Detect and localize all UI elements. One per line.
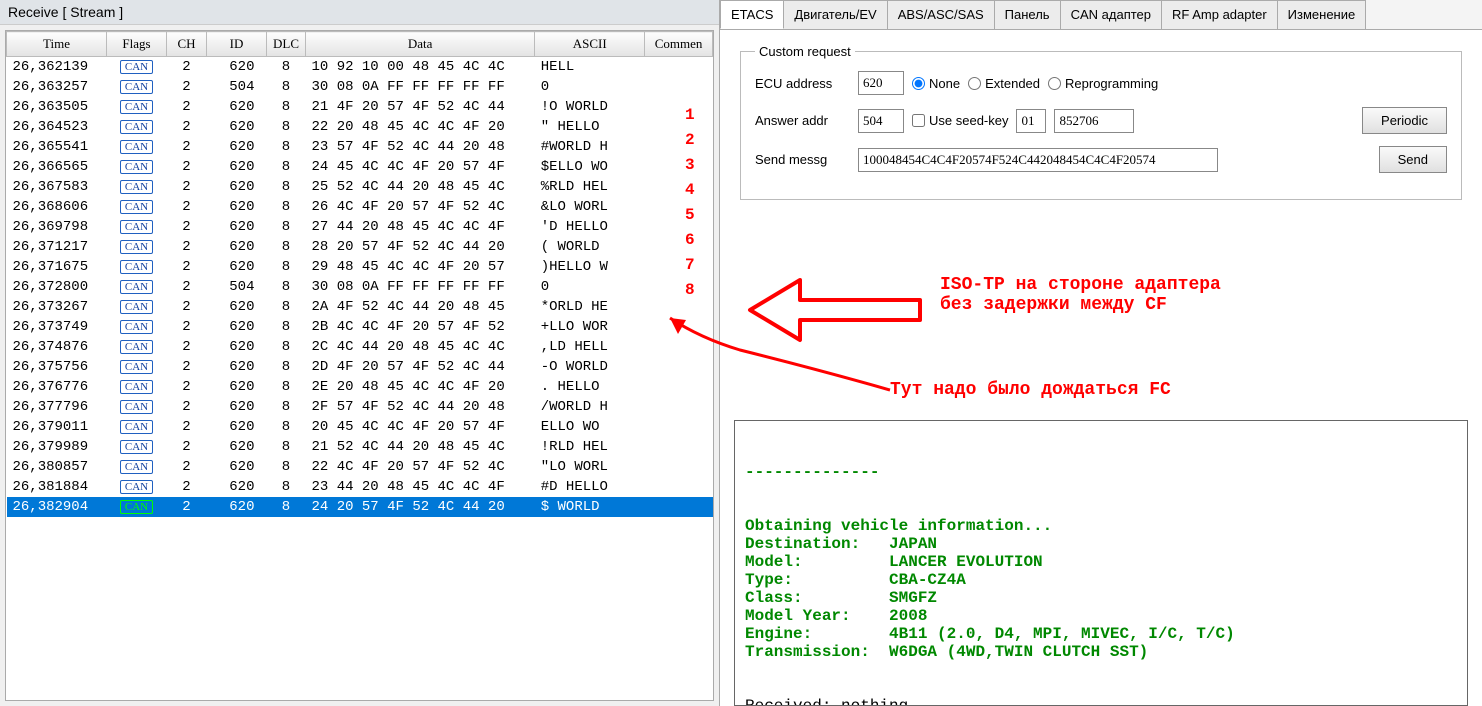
custom-request-legend: Custom request bbox=[755, 44, 855, 59]
table-row[interactable]: 26,379989CAN2620821 52 4C 44 20 48 45 4C… bbox=[7, 437, 713, 457]
table-row[interactable]: 26,382904CAN2620824 20 57 4F 52 4C 44 20… bbox=[7, 497, 713, 517]
annotation-fc: Тут надо было дождаться FC bbox=[890, 380, 1171, 400]
seed-key-checkbox[interactable] bbox=[912, 114, 925, 127]
tab-0[interactable]: ETACS bbox=[720, 0, 784, 29]
radio-none-input[interactable] bbox=[912, 77, 925, 90]
table-row[interactable]: 26,362139CAN2620810 92 10 00 48 45 4C 4C… bbox=[7, 57, 713, 78]
seed-val2-input[interactable] bbox=[1054, 109, 1134, 133]
ecu-address-input[interactable] bbox=[858, 71, 904, 95]
col-ascii[interactable]: ASCII bbox=[535, 32, 645, 57]
tab-4[interactable]: CAN адаптер bbox=[1060, 0, 1162, 29]
tab-2[interactable]: ABS/ASC/SAS bbox=[887, 0, 995, 29]
terminal-line: Class: SMGFZ bbox=[745, 589, 1457, 607]
col-data[interactable]: Data bbox=[306, 32, 535, 57]
col-dlc[interactable]: DLC bbox=[267, 32, 306, 57]
terminal-output[interactable]: -------------- Obtaining vehicle informa… bbox=[734, 420, 1468, 706]
table-row[interactable]: 26,372800CAN2504830 08 0A FF FF FF FF FF… bbox=[7, 277, 713, 297]
ecu-address-label: ECU address bbox=[755, 76, 850, 91]
receive-table: TimeFlagsCHIDDLCDataASCIICommen 26,36213… bbox=[6, 31, 713, 517]
table-row[interactable]: 26,376776CAN262082E 20 48 45 4C 4C 4F 20… bbox=[7, 377, 713, 397]
col-time[interactable]: Time bbox=[7, 32, 107, 57]
terminal-line: Destination: JAPAN bbox=[745, 535, 1457, 553]
radio-reprog-input[interactable] bbox=[1048, 77, 1061, 90]
terminal-line: Model Year: 2008 bbox=[745, 607, 1457, 625]
table-row[interactable]: 26,367583CAN2620825 52 4C 44 20 48 45 4C… bbox=[7, 177, 713, 197]
radio-extended[interactable]: Extended bbox=[968, 76, 1040, 91]
send-messg-input[interactable] bbox=[858, 148, 1218, 172]
table-row[interactable]: 26,365541CAN2620823 57 4F 52 4C 44 20 48… bbox=[7, 137, 713, 157]
receive-panel: Receive [ Stream ] TimeFlagsCHIDDLCDataA… bbox=[0, 0, 720, 706]
send-messg-label: Send messg bbox=[755, 152, 850, 167]
col-id[interactable]: ID bbox=[207, 32, 267, 57]
table-row[interactable]: 26,363505CAN2620821 4F 20 57 4F 52 4C 44… bbox=[7, 97, 713, 117]
table-row[interactable]: 26,375756CAN262082D 4F 20 57 4F 52 4C 44… bbox=[7, 357, 713, 377]
terminal-line: Engine: 4B11 (2.0, D4, MPI, MIVEC, I/C, … bbox=[745, 625, 1457, 643]
table-row[interactable]: 26,377796CAN262082F 57 4F 52 4C 44 20 48… bbox=[7, 397, 713, 417]
radio-extended-input[interactable] bbox=[968, 77, 981, 90]
table-row[interactable]: 26,368606CAN2620826 4C 4F 20 57 4F 52 4C… bbox=[7, 197, 713, 217]
terminal-sep: -------------- bbox=[745, 463, 1457, 481]
table-row[interactable]: 26,381884CAN2620823 44 20 48 45 4C 4C 4F… bbox=[7, 477, 713, 497]
table-row[interactable]: 26,371675CAN2620829 48 45 4C 4C 4F 20 57… bbox=[7, 257, 713, 277]
terminal-line: Obtaining vehicle information... bbox=[745, 517, 1457, 535]
terminal-received: Received: nothing bbox=[745, 697, 1457, 706]
col-commen[interactable]: Commen bbox=[645, 32, 713, 57]
radio-reprogramming[interactable]: Reprogramming bbox=[1048, 76, 1158, 91]
table-row[interactable]: 26,374876CAN262082C 4C 44 20 48 45 4C 4C… bbox=[7, 337, 713, 357]
table-row[interactable]: 26,373749CAN262082B 4C 4C 4F 20 57 4F 52… bbox=[7, 317, 713, 337]
tab-strip: ETACSДвигатель/EVABS/ASC/SASПанельCAN ад… bbox=[720, 0, 1482, 30]
receive-title: Receive [ Stream ] bbox=[0, 0, 719, 25]
seed-val1-input[interactable] bbox=[1016, 109, 1046, 133]
col-ch[interactable]: CH bbox=[167, 32, 207, 57]
table-row[interactable]: 26,364523CAN2620822 20 48 45 4C 4C 4F 20… bbox=[7, 117, 713, 137]
custom-request-group: Custom request ECU address None Extended… bbox=[740, 44, 1462, 200]
arrow-annotation-1 bbox=[720, 230, 1480, 430]
table-row[interactable]: 26,363257CAN2504830 08 0A FF FF FF FF FF… bbox=[7, 77, 713, 97]
col-flags[interactable]: Flags bbox=[107, 32, 167, 57]
table-row[interactable]: 26,379011CAN2620820 45 4C 4C 4F 20 57 4F… bbox=[7, 417, 713, 437]
tab-3[interactable]: Панель bbox=[994, 0, 1061, 29]
tab-1[interactable]: Двигатель/EV bbox=[783, 0, 887, 29]
table-row[interactable]: 26,366565CAN2620824 45 4C 4C 4F 20 57 4F… bbox=[7, 157, 713, 177]
terminal-line: Model: LANCER EVOLUTION bbox=[745, 553, 1457, 571]
receive-table-wrap[interactable]: TimeFlagsCHIDDLCDataASCIICommen 26,36213… bbox=[5, 30, 714, 701]
radio-none[interactable]: None bbox=[912, 76, 960, 91]
right-panel: ETACSДвигатель/EVABS/ASC/SASПанельCAN ад… bbox=[720, 0, 1482, 706]
answer-addr-input[interactable] bbox=[858, 109, 904, 133]
annotation-isotp: ISO-TP на стороне адаптера без задержки … bbox=[940, 275, 1221, 315]
table-row[interactable]: 26,371217CAN2620828 20 57 4F 52 4C 44 20… bbox=[7, 237, 713, 257]
periodic-button[interactable]: Periodic bbox=[1362, 107, 1447, 134]
terminal-line: Type: CBA-CZ4A bbox=[745, 571, 1457, 589]
send-button[interactable]: Send bbox=[1379, 146, 1447, 173]
seed-key-check[interactable]: Use seed-key bbox=[912, 113, 1008, 128]
etacs-panel: Custom request ECU address None Extended… bbox=[720, 30, 1482, 214]
tab-6[interactable]: Изменение bbox=[1277, 0, 1367, 29]
answer-addr-label: Answer addr bbox=[755, 113, 850, 128]
table-row[interactable]: 26,373267CAN262082A 4F 52 4C 44 20 48 45… bbox=[7, 297, 713, 317]
terminal-line: Transmission: W6DGA (4WD,TWIN CLUTCH SST… bbox=[745, 643, 1457, 661]
table-row[interactable]: 26,380857CAN2620822 4C 4F 20 57 4F 52 4C… bbox=[7, 457, 713, 477]
tab-5[interactable]: RF Amp adapter bbox=[1161, 0, 1278, 29]
table-row[interactable]: 26,369798CAN2620827 44 20 48 45 4C 4C 4F… bbox=[7, 217, 713, 237]
